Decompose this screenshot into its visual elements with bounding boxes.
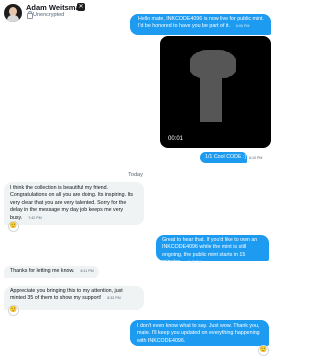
- message-bubble-outgoing[interactable]: I don't even know what to say. Just wow.…: [130, 320, 269, 346]
- avatar-shirt: [7, 15, 19, 22]
- reaction-emoji[interactable]: 🙂: [8, 305, 19, 316]
- contact-name[interactable]: Adam Weitsman: [26, 3, 84, 12]
- nft-artwork-head: [190, 50, 236, 78]
- verified-badge-icon: ✕: [77, 3, 85, 11]
- message-text: 1/1 Cool CODE :): [205, 154, 247, 160]
- message-bubble-outgoing[interactable]: Great to hear that. If you'd like to own…: [156, 235, 269, 265]
- message-time: 6:06 PM: [236, 24, 250, 29]
- message-text: Great to hear that. If you'd like to own…: [162, 237, 258, 266]
- message-text: I don't even know what to say. Just wow.…: [137, 323, 260, 344]
- video-attachment[interactable]: 00:01: [160, 36, 271, 148]
- message-bubble-incoming[interactable]: Appreciate you bringing this to my atten…: [4, 286, 144, 310]
- message-time: 7:45 PM: [188, 260, 202, 265]
- message-bubble-incoming[interactable]: Thanks for letting me know. 8:11 PM: [4, 266, 99, 278]
- video-timer: 00:01: [168, 136, 184, 142]
- message-time: 7:42 PM: [28, 215, 42, 220]
- message-text: Appreciate you bringing this to my atten…: [10, 288, 123, 302]
- message-time: 8:32 PM: [107, 296, 121, 301]
- message-text: Thanks for letting me know.: [10, 268, 75, 274]
- message-bubble-incoming[interactable]: I think the collection is beautiful my f…: [4, 182, 144, 225]
- message-bubble-outgoing[interactable]: 1/1 Cool CODE :): [200, 152, 247, 163]
- message-time: 8:11 PM: [80, 269, 94, 273]
- message-bubble-outgoing[interactable]: Hello mate, INKCODE4096 is now live for …: [130, 14, 271, 35]
- day-separator: Today: [128, 172, 143, 178]
- avatar[interactable]: [4, 4, 22, 22]
- reaction-emoji[interactable]: 🙂: [8, 221, 19, 232]
- nft-artwork-body: [200, 78, 222, 122]
- encryption-status: Unencrypted: [33, 12, 65, 18]
- reaction-emoji[interactable]: 🙂: [258, 345, 269, 356]
- message-time: 6:10 PM: [249, 156, 263, 160]
